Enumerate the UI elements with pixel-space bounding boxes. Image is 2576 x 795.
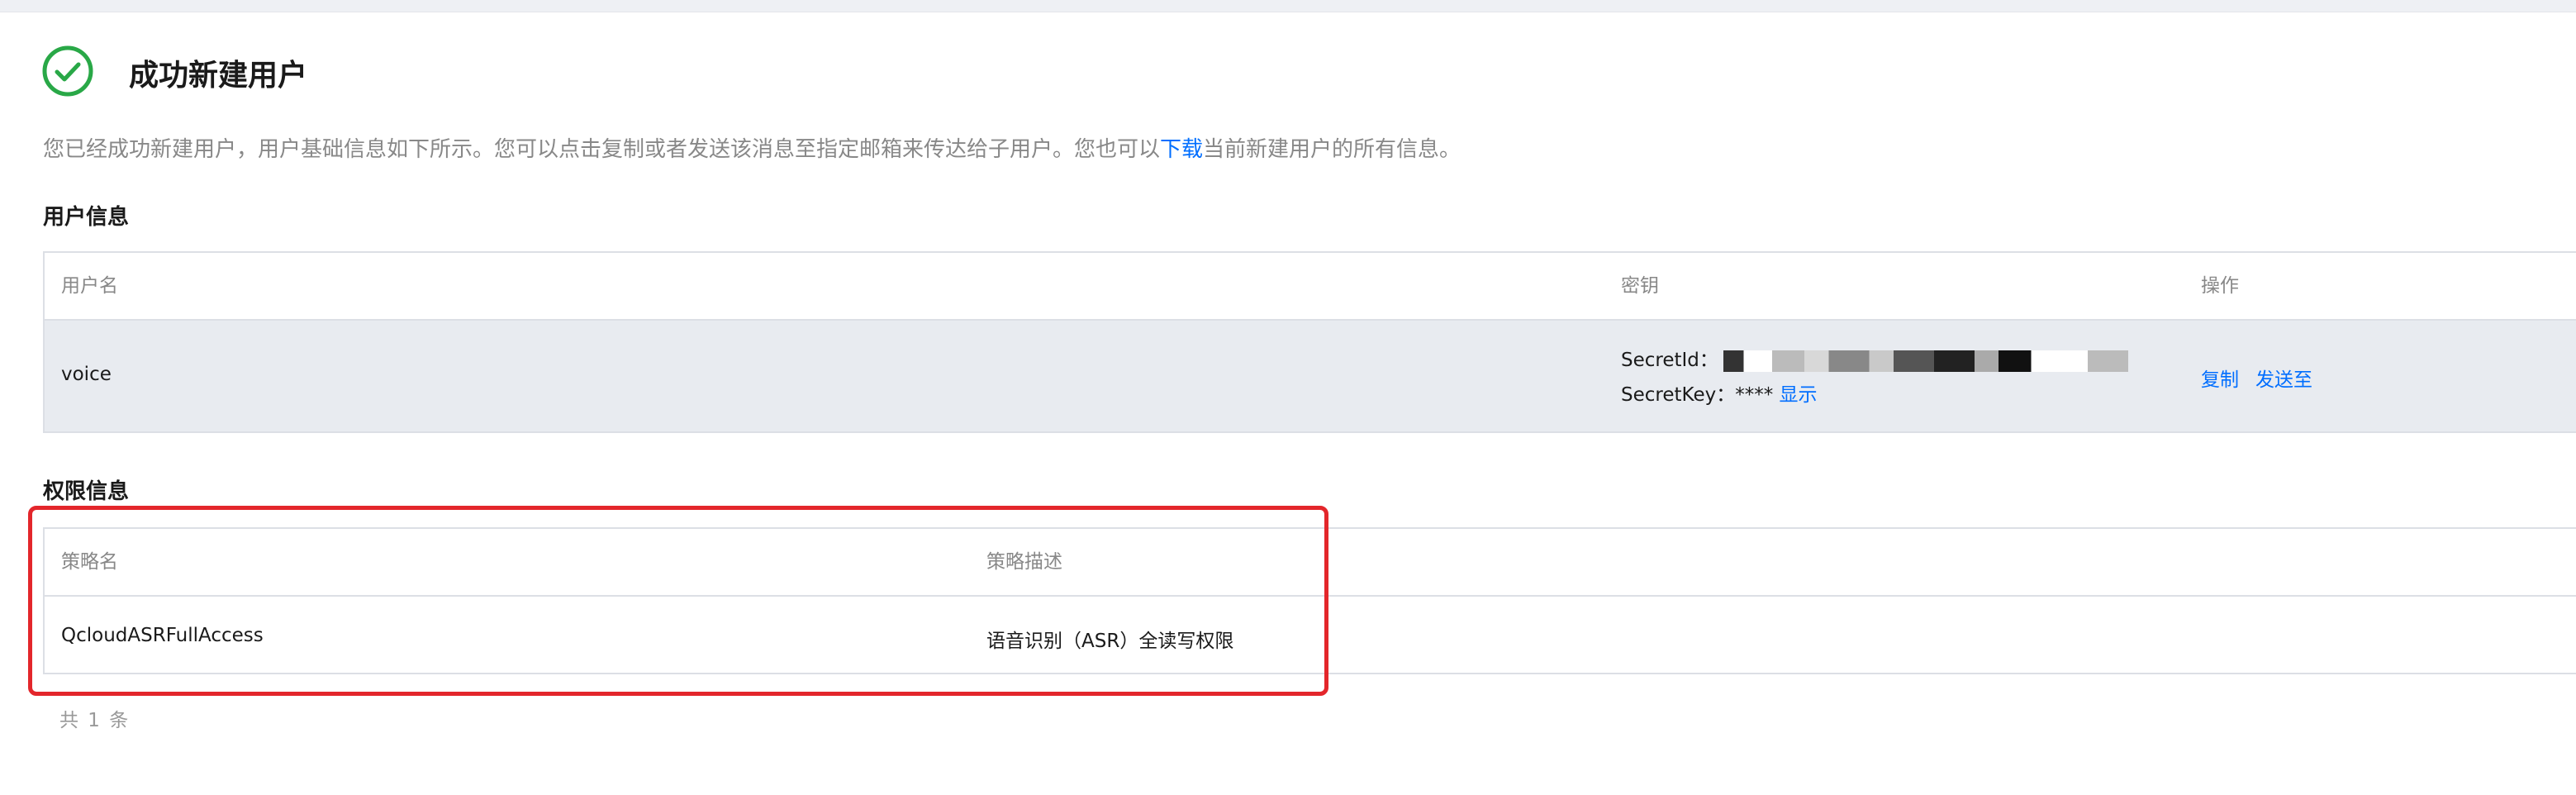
username-cell: voice [61,364,112,385]
download-link[interactable]: 下载 [1160,137,1203,162]
secret-id: SecretId： [1621,344,2128,372]
user-info-table: 用户名 密钥 操作 voice SecretId： SecretKey：****… [43,251,2576,433]
total-count: 共 1 条 [59,710,131,731]
column-header-key: 密钥 [1621,275,1659,297]
user-table-header: 用户名 密钥 操作 [45,253,2576,321]
user-info-title: 用户信息 [43,205,130,230]
success-check-icon [42,45,93,97]
description-suffix: 当前新建用户的所有信息。 [1203,137,1461,162]
page-title: 成功新建用户 [129,59,308,93]
top-strip [0,0,2576,12]
secret-id-masked-value [1723,350,2128,372]
page-description: 您已经成功新建用户，用户基础信息如下所示。您可以点击复制或者发送该消息至指定邮箱… [43,132,1461,163]
secret-key-label: SecretKey： [1621,384,1736,406]
show-secret-button[interactable]: 显示 [1780,384,1818,406]
column-header-action: 操作 [2201,275,2239,297]
highlight-annotation-box [28,506,1328,696]
send-to-button[interactable]: 发送至 [2255,364,2312,392]
secret-key: SecretKey：**** 显示 [1621,378,1818,407]
description-prefix: 您已经成功新建用户，用户基础信息如下所示。您可以点击复制或者发送该消息至指定邮箱… [43,137,1161,162]
secret-key-value: **** [1735,384,1774,406]
secret-id-label: SecretId： [1621,350,1718,371]
permission-info-title: 权限信息 [43,479,130,504]
copy-button[interactable]: 复制 [2201,364,2239,392]
table-row: voice SecretId： SecretKey：**** 显示 复制 发送至 [45,321,2576,431]
column-header-username: 用户名 [61,275,118,297]
